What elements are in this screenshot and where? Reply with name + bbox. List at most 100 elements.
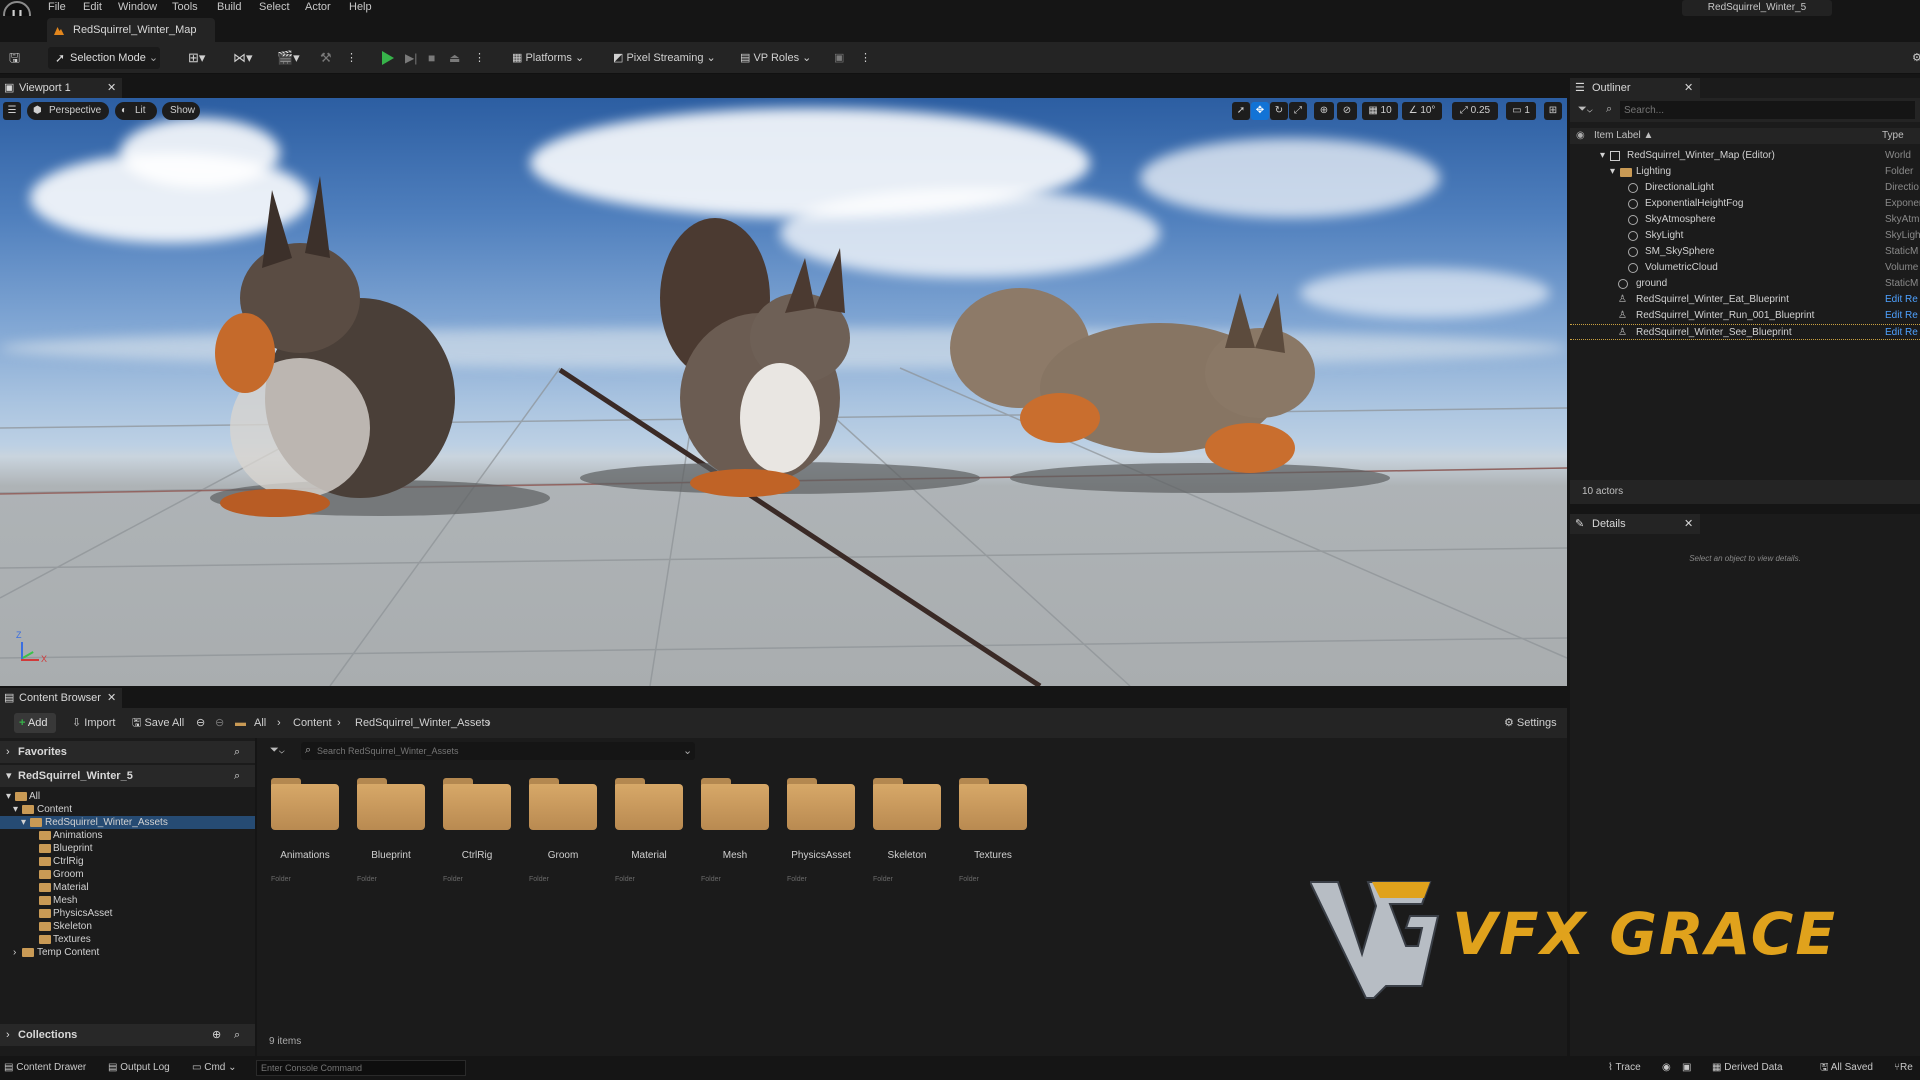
tree-item-redsquirrel-assets[interactable]: ▾ RedSquirrel_Winter_Assets: [0, 816, 255, 829]
platforms-dropdown[interactable]: ▦ Platforms ⌄: [512, 48, 584, 68]
tree-item-groom[interactable]: Groom: [0, 868, 255, 881]
folder-tile[interactable]: [787, 778, 855, 832]
folder-browse-icon[interactable]: ▬: [235, 713, 246, 733]
import-button[interactable]: ⇩ Import: [72, 713, 115, 733]
screenshot-icon[interactable]: ▣: [1682, 1060, 1691, 1076]
settings-gear-icon[interactable]: ⚙: [1912, 48, 1920, 68]
folder-tile[interactable]: [529, 778, 597, 832]
outliner-row[interactable]: VolumetricCloud Volume: [1570, 260, 1920, 276]
search-icon[interactable]: ⌕: [234, 1024, 240, 1046]
outliner-row[interactable]: ground StaticM: [1570, 276, 1920, 292]
outliner-row[interactable]: ♙ RedSquirrel_Winter_Eat_Blueprint Edit Re: [1570, 292, 1920, 308]
back-icon[interactable]: ⊖: [196, 713, 205, 733]
close-icon[interactable]: ✕: [107, 688, 116, 708]
filter-icon[interactable]: ⏷⌄: [1578, 103, 1593, 116]
pixel-streaming-dropdown[interactable]: ◩ Pixel Streaming ⌄: [613, 48, 716, 68]
column-item-label[interactable]: Item Label ▲: [1594, 128, 1653, 144]
outliner-tab[interactable]: ☰ Outliner ✕: [1570, 78, 1700, 98]
maximize-viewport-icon[interactable]: ⊞: [1544, 102, 1562, 120]
all-saved-button[interactable]: 🖫 All Saved: [1820, 1060, 1873, 1076]
breadcrumb-all[interactable]: All: [254, 713, 266, 733]
tree-item-ctrlrig[interactable]: CtrlRig: [0, 855, 255, 868]
scale-tool-icon[interactable]: ⤢: [1289, 102, 1307, 120]
map-tab[interactable]: RedSquirrel_Winter_Map: [47, 18, 215, 42]
search-icon[interactable]: ⌕: [234, 765, 240, 787]
toolbar-more-icon[interactable]: ⋮: [860, 48, 871, 68]
breadcrumb-content[interactable]: Content: [293, 713, 332, 733]
save-icon[interactable]: 🖫: [9, 48, 20, 68]
cinematics-icon[interactable]: 🎬▾: [277, 48, 300, 68]
level-viewport[interactable]: ☰ ⬢ Perspective ◐ Lit Show ➚ ✥ ↻ ⤢ ⊕ ⊘ ▦…: [0, 98, 1567, 686]
menu-window[interactable]: Window: [118, 0, 157, 14]
surface-snap-icon[interactable]: ⊘: [1337, 102, 1357, 120]
collections-header[interactable]: › Collections ⊕ ⌕: [0, 1024, 255, 1046]
filter-icon[interactable]: ⏷⌄: [270, 744, 285, 757]
cmd-dropdown[interactable]: ▭ Cmd ⌄: [192, 1060, 237, 1076]
tree-item-animations[interactable]: Animations: [0, 829, 255, 842]
menu-select[interactable]: Select: [259, 0, 290, 14]
play-options-icon[interactable]: ⋮: [474, 48, 485, 68]
outliner-row[interactable]: ▾ RedSquirrel_Winter_Map (Editor) World: [1570, 148, 1920, 164]
outliner-row[interactable]: ♙ RedSquirrel_Winter_See_Blueprint Edit Re: [1570, 324, 1920, 340]
collab-icon[interactable]: ▣: [834, 48, 844, 68]
lit-button[interactable]: ◐ Lit: [115, 102, 157, 120]
folder-tile[interactable]: [615, 778, 683, 832]
tree-item-skeleton[interactable]: Skeleton: [0, 920, 255, 933]
blueprint-icon[interactable]: ⋈▾: [233, 48, 253, 68]
trace-button[interactable]: ⌇ Trace: [1608, 1060, 1641, 1076]
folder-tile[interactable]: [357, 778, 425, 832]
rotation-snap-button[interactable]: ∠ 10°: [1402, 102, 1442, 120]
settings-button[interactable]: ⚙ Settings: [1504, 713, 1557, 733]
modes-icon[interactable]: ⚒: [320, 48, 332, 68]
tree-item-mesh[interactable]: Mesh: [0, 894, 255, 907]
outliner-row[interactable]: SM_SkySphere StaticM: [1570, 244, 1920, 260]
hamburger-icon[interactable]: ☰: [3, 102, 21, 120]
world-space-icon[interactable]: ⊕: [1314, 102, 1334, 120]
tree-item-material[interactable]: Material: [0, 881, 255, 894]
folder-tile[interactable]: [873, 778, 941, 832]
forward-icon[interactable]: ⊖: [215, 713, 224, 733]
outliner-row[interactable]: ▾ Lighting Folder: [1570, 164, 1920, 180]
add-collection-icon[interactable]: ⊕: [212, 1024, 221, 1046]
outliner-row[interactable]: ♙ RedSquirrel_Winter_Run_001_Blueprint Edi…: [1570, 308, 1920, 324]
close-icon[interactable]: ✕: [107, 78, 116, 98]
viewport-tab[interactable]: ▣ Viewport 1 ✕: [0, 78, 122, 98]
search-icon[interactable]: ⌕: [234, 741, 240, 763]
eject-icon[interactable]: ⏏: [449, 48, 460, 68]
chevron-down-icon[interactable]: ⌄: [683, 744, 692, 757]
tree-item-temp-content[interactable]: › Temp Content: [0, 946, 255, 959]
output-log-button[interactable]: ▤ Output Log: [108, 1060, 170, 1076]
close-icon[interactable]: ✕: [1684, 78, 1693, 98]
close-icon[interactable]: ✕: [1684, 514, 1693, 534]
tree-item-physicsasset[interactable]: PhysicsAsset: [0, 907, 255, 920]
select-tool-icon[interactable]: ➚: [1232, 102, 1250, 120]
folder-tile[interactable]: [959, 778, 1027, 832]
selection-mode-dropdown[interactable]: ➚ Selection Mode ⌄: [48, 47, 160, 69]
perspective-button[interactable]: ⬢ Perspective: [27, 102, 109, 120]
save-all-button[interactable]: 🖫 Save All: [132, 713, 184, 733]
menu-file[interactable]: File: [48, 0, 66, 14]
tree-item-all[interactable]: ▾ All: [0, 790, 255, 803]
favorites-header[interactable]: › Favorites ⌕: [0, 741, 255, 763]
details-tab[interactable]: ✎ Details ✕: [1570, 514, 1700, 534]
revision-control-button[interactable]: ⑂Re: [1894, 1060, 1913, 1076]
content-browser-tab[interactable]: ▤ Content Browser ✕: [0, 688, 122, 708]
outliner-row[interactable]: SkyLight SkyLigh: [1570, 228, 1920, 244]
show-button[interactable]: Show: [162, 102, 200, 120]
folder-tile[interactable]: [271, 778, 339, 832]
vp-roles-dropdown[interactable]: ▤ VP Roles ⌄: [740, 48, 811, 68]
menu-actor[interactable]: Actor: [305, 0, 331, 14]
console-command-input[interactable]: [256, 1060, 466, 1076]
column-type[interactable]: Type: [1882, 128, 1904, 144]
outliner-row[interactable]: SkyAtmosphere SkyAtm: [1570, 212, 1920, 228]
outliner-row[interactable]: ExponentialHeightFog Exponen: [1570, 196, 1920, 212]
derived-data-button[interactable]: ▦ Derived Data: [1712, 1060, 1783, 1076]
add-button[interactable]: + Add: [14, 713, 56, 733]
grid-snap-button[interactable]: ▦ 10: [1362, 102, 1398, 120]
menu-build[interactable]: Build: [217, 0, 241, 14]
translate-tool-icon[interactable]: ✥: [1251, 102, 1269, 120]
step-icon[interactable]: ▶|: [405, 48, 417, 68]
menu-tools[interactable]: Tools: [172, 0, 198, 14]
menu-edit[interactable]: Edit: [83, 0, 102, 14]
edit-blueprint-link[interactable]: Edit Re: [1885, 292, 1918, 308]
